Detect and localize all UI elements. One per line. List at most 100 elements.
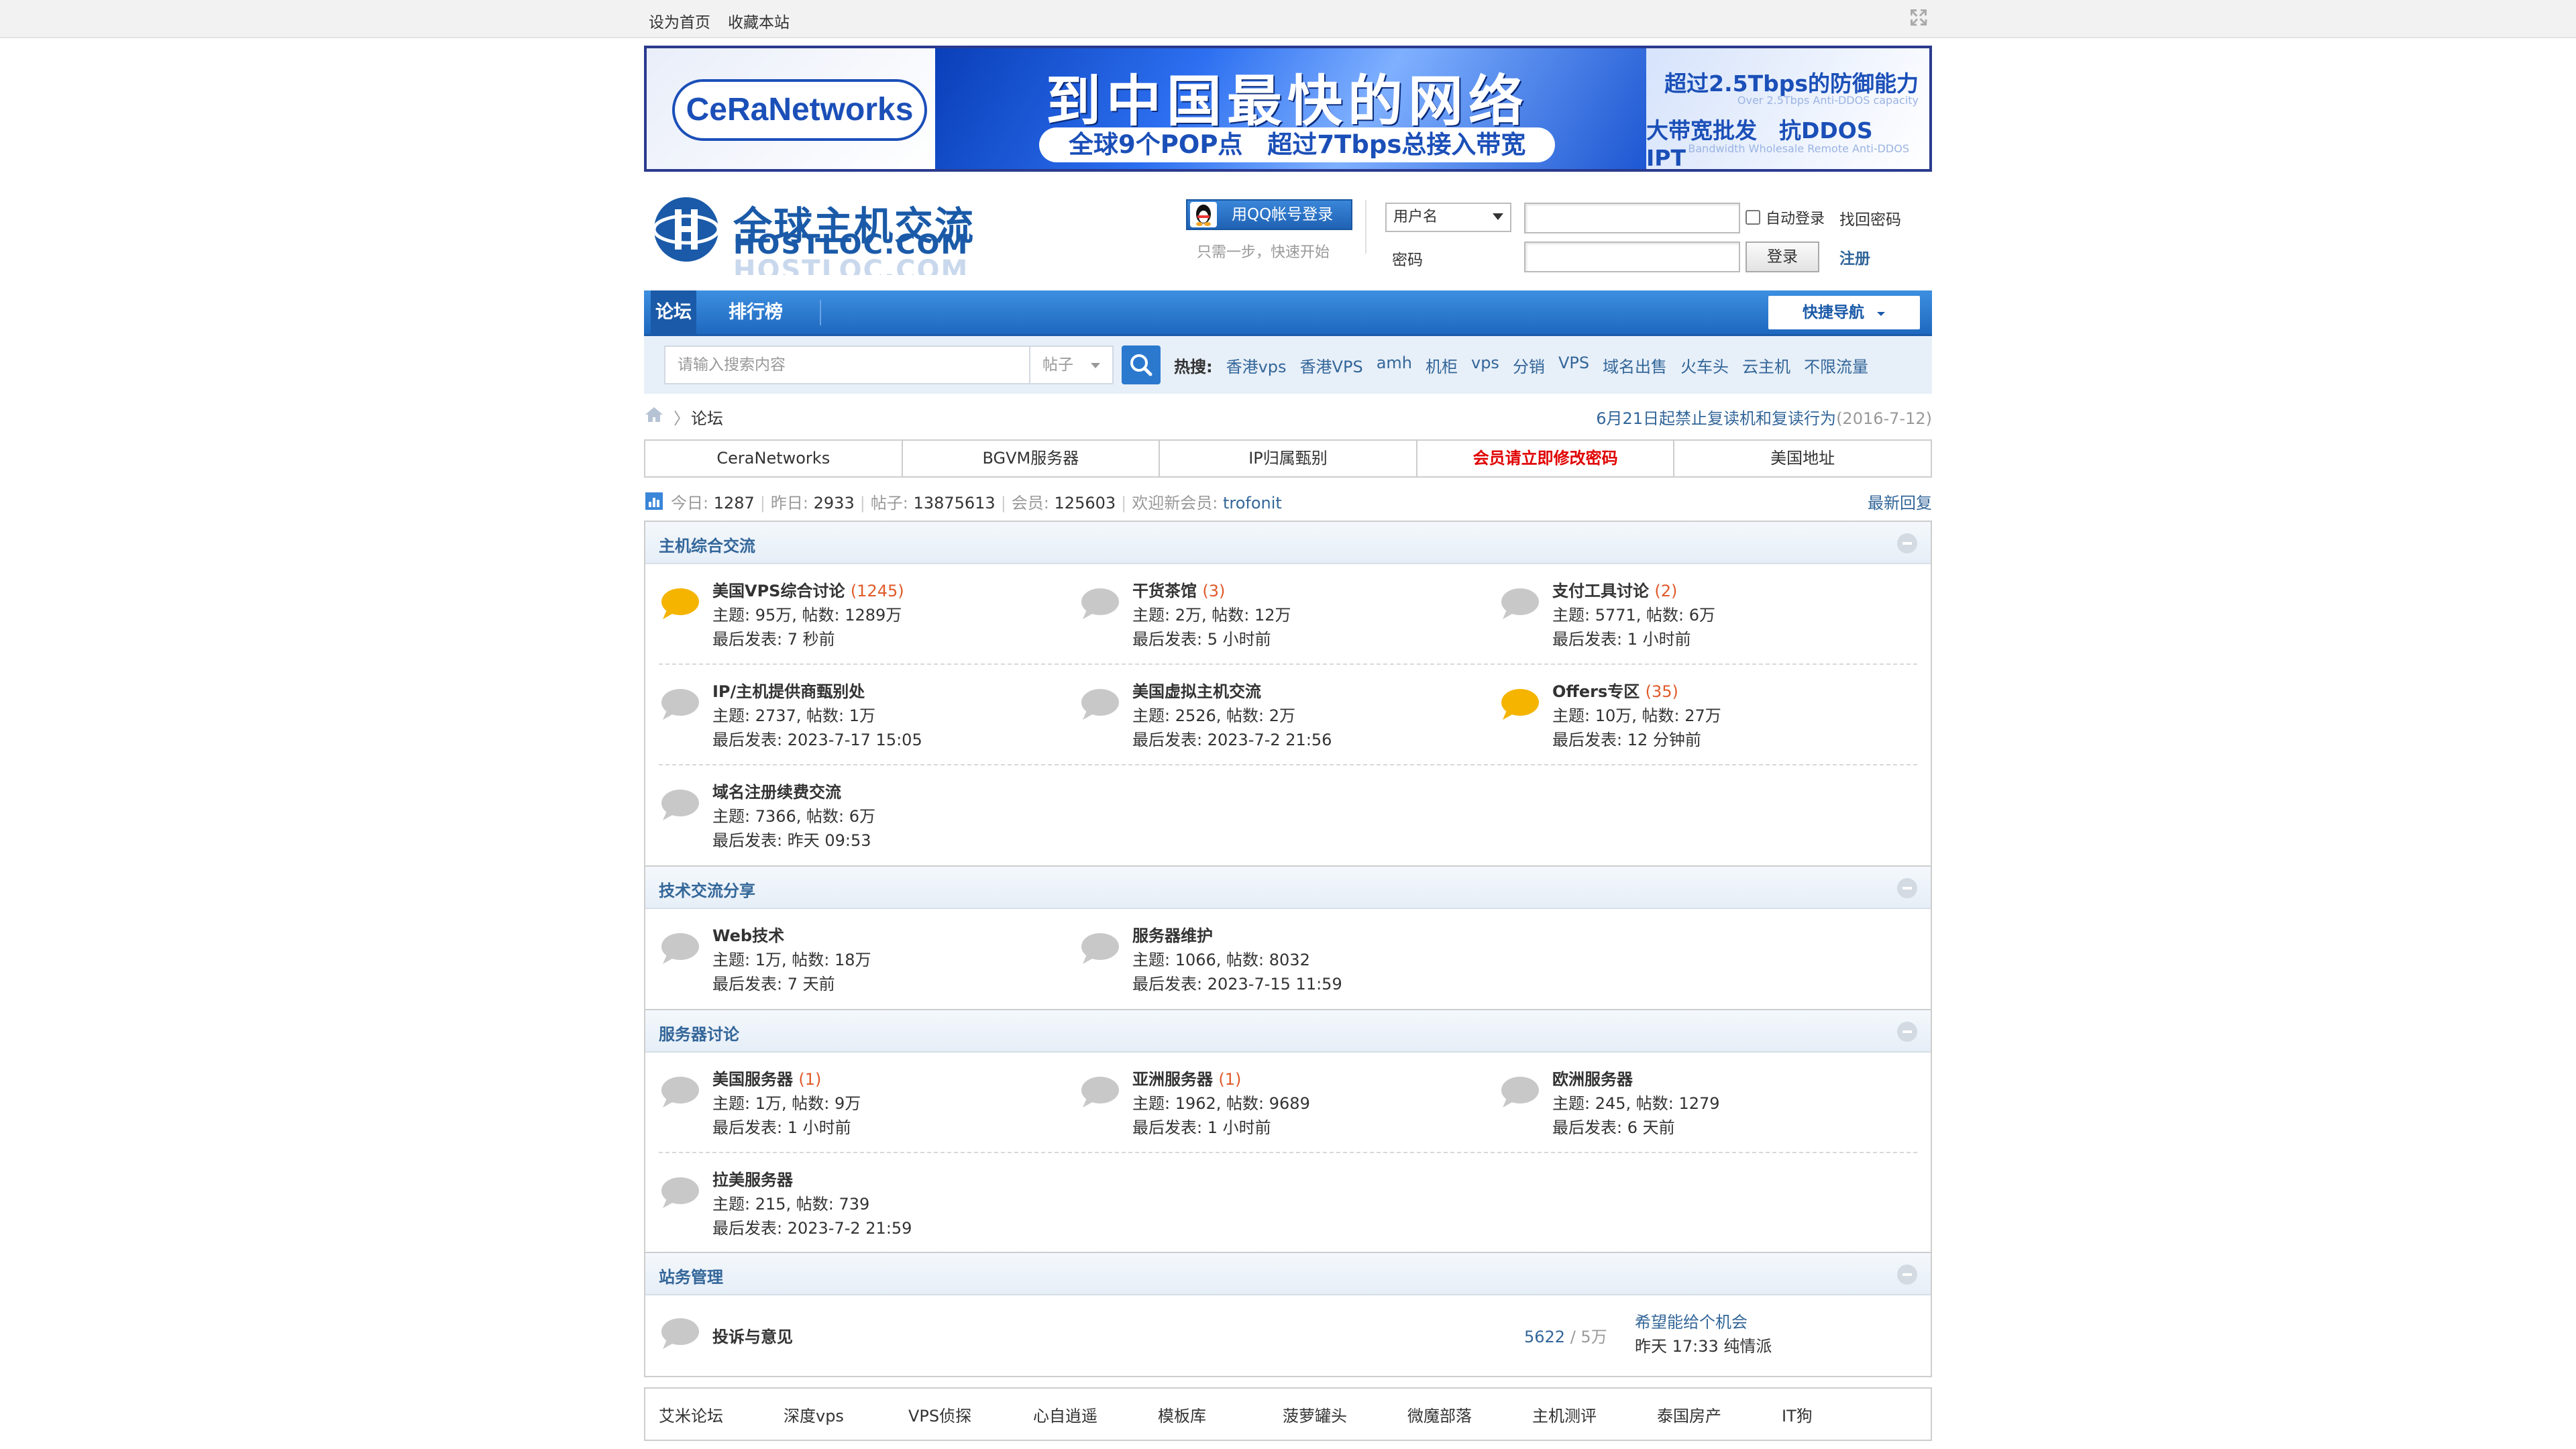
- forum-item[interactable]: 拉美服务器 主题: 215, 帖数: 739 最后发表: 2023-7-2 21…: [645, 1153, 1048, 1254]
- quick-link[interactable]: 美国地址: [1674, 441, 1931, 476]
- forum-last-post[interactable]: 最后发表: 7 秒前: [712, 626, 835, 649]
- forum-last-post[interactable]: 最后发表: 1 小时前: [1552, 626, 1691, 649]
- forum-title[interactable]: Offers专区: [1552, 682, 1640, 701]
- quick-nav-dropdown[interactable]: 快捷导航: [1768, 296, 1920, 329]
- username-input[interactable]: [1524, 203, 1740, 233]
- section-title[interactable]: 主机综合交流: [659, 533, 755, 556]
- forum-item[interactable]: 服务器维护 主题: 1066, 帖数: 8032 最后发表: 2023-7-15…: [1065, 909, 1468, 1010]
- forum-last-post[interactable]: 最后发表: 2023-7-2 21:56: [1132, 727, 1332, 750]
- forum-last-post-title[interactable]: 希望能给个机会: [1635, 1309, 1748, 1332]
- home-icon[interactable]: [644, 405, 664, 424]
- collapse-icon[interactable]: [1897, 1265, 1917, 1285]
- advert-banner[interactable]: CeRaNetworks 到中国最快的网络 全球9个POP点 超过7Tbps总接…: [644, 46, 1932, 172]
- set-homepage-link[interactable]: 设为首页: [649, 9, 710, 32]
- hot-search-term[interactable]: 机柜: [1426, 354, 1458, 377]
- nav-tab-ranking[interactable]: 排行榜: [729, 290, 783, 334]
- forum-last-post[interactable]: 最后发表: 6 天前: [1552, 1114, 1675, 1138]
- forum-title[interactable]: IP/主机提供商甄别处: [712, 682, 865, 701]
- search-button[interactable]: [1122, 345, 1161, 384]
- forum-title[interactable]: 域名注册续费交流: [712, 783, 841, 802]
- hot-search-term[interactable]: vps: [1471, 354, 1499, 377]
- hot-search-term[interactable]: amh: [1377, 354, 1412, 377]
- latest-replies-link[interactable]: 最新回复: [1868, 490, 1932, 513]
- quick-link[interactable]: BGVM服务器: [903, 441, 1161, 476]
- hot-search-term[interactable]: 香港vps: [1226, 354, 1287, 377]
- hot-search-term[interactable]: 域名出售: [1603, 354, 1667, 377]
- forum-item[interactable]: 美国服务器 (1) 主题: 1万, 帖数: 9万 最后发表: 1 小时前: [645, 1053, 1048, 1153]
- forum-title[interactable]: 支付工具讨论: [1552, 582, 1649, 600]
- forum-item[interactable]: 域名注册续费交流 主题: 7366, 帖数: 6万 最后发表: 昨天 09:53: [645, 765, 1048, 866]
- friend-link[interactable]: 模板库: [1158, 1403, 1283, 1426]
- forum-item[interactable]: 美国VPS综合讨论 (1245) 主题: 95万, 帖数: 1289万 最后发表…: [645, 564, 1048, 665]
- register-link[interactable]: 注册: [1839, 246, 1870, 268]
- forum-title[interactable]: 美国服务器: [712, 1070, 793, 1089]
- forum-last-post[interactable]: 最后发表: 1 小时前: [712, 1114, 851, 1138]
- username-type-select[interactable]: 用户名: [1385, 203, 1511, 232]
- forum-title[interactable]: 美国虚拟主机交流: [1132, 682, 1261, 701]
- section-title[interactable]: 技术交流分享: [659, 877, 755, 901]
- forum-last-post-meta[interactable]: 昨天 17:33 纯情派: [1635, 1333, 1772, 1356]
- forum-last-post[interactable]: 最后发表: 2023-7-17 15:05: [712, 727, 922, 750]
- section-title[interactable]: 服务器讨论: [659, 1021, 739, 1044]
- forum-item[interactable]: IP/主机提供商甄别处 主题: 2737, 帖数: 1万 最后发表: 2023-…: [645, 665, 1048, 765]
- forgot-password-link[interactable]: 找回密码: [1839, 207, 1901, 229]
- forum-item[interactable]: 欧洲服务器 主题: 245, 帖数: 1279 最后发表: 6 天前: [1485, 1053, 1888, 1153]
- forum-title[interactable]: 拉美服务器: [712, 1171, 793, 1189]
- hot-search-term[interactable]: 云主机: [1742, 354, 1790, 377]
- site-logo[interactable]: 全球主机交流 HOSTLOC.COM HOSTLOC.COM: [649, 188, 985, 275]
- friend-link[interactable]: 微魔部落: [1407, 1403, 1532, 1426]
- forum-list-row[interactable]: 投诉与意见 5622 / 5万 希望能给个机会 昨天 17:33 纯情派: [645, 1295, 1931, 1376]
- friend-link[interactable]: IT狗: [1782, 1403, 1907, 1426]
- friend-link[interactable]: 主机测评: [1532, 1403, 1657, 1426]
- forum-item[interactable]: 亚洲服务器 (1) 主题: 1962, 帖数: 9689 最后发表: 1 小时前: [1065, 1053, 1468, 1153]
- friend-link[interactable]: 心自逍遥: [1033, 1403, 1158, 1426]
- friend-link[interactable]: 深度vps: [784, 1403, 908, 1426]
- forum-title[interactable]: 美国VPS综合讨论: [712, 582, 845, 600]
- forum-item[interactable]: Offers专区 (35) 主题: 10万, 帖数: 27万 最后发表: 12 …: [1485, 665, 1888, 765]
- hot-search-term[interactable]: VPS: [1558, 354, 1589, 377]
- login-button[interactable]: 登录: [1746, 241, 1819, 272]
- forum-last-post[interactable]: 最后发表: 1 小时前: [1132, 1114, 1271, 1138]
- quick-link[interactable]: CeraNetworks: [645, 441, 903, 476]
- forum-last-post[interactable]: 最后发表: 昨天 09:53: [712, 827, 871, 851]
- hot-search-term[interactable]: 香港VPS: [1300, 354, 1363, 377]
- forum-last-post[interactable]: 最后发表: 2023-7-15 11:59: [1132, 971, 1342, 994]
- bookmark-link[interactable]: 收藏本站: [728, 9, 790, 32]
- forum-item[interactable]: Web技术 主题: 1万, 帖数: 18万 最后发表: 7 天前: [645, 909, 1048, 1010]
- friend-link[interactable]: 菠萝罐头: [1283, 1403, 1407, 1426]
- forum-title[interactable]: 干货茶馆: [1132, 582, 1197, 600]
- auto-login-checkbox[interactable]: [1746, 210, 1760, 225]
- forum-title[interactable]: 服务器维护: [1132, 926, 1213, 945]
- nav-tab-forum[interactable]: 论坛: [651, 290, 696, 334]
- quick-link[interactable]: IP归属甄别: [1160, 441, 1417, 476]
- hot-search-term[interactable]: 分销: [1513, 354, 1545, 377]
- forum-item[interactable]: 干货茶馆 (3) 主题: 2万, 帖数: 12万 最后发表: 5 小时前: [1065, 564, 1468, 665]
- hot-search-term[interactable]: 不限流量: [1804, 354, 1868, 377]
- forum-last-post[interactable]: 最后发表: 2023-7-2 21:59: [712, 1215, 912, 1238]
- forum-last-post[interactable]: 最后发表: 5 小时前: [1132, 626, 1271, 649]
- site-announcement[interactable]: 6月21日起禁止复读机和复读行为(2016-7-12): [1596, 405, 1932, 429]
- friend-link[interactable]: 泰国房产: [1657, 1403, 1782, 1426]
- friend-link[interactable]: 艾米论坛: [659, 1403, 784, 1426]
- fullscreen-icon[interactable]: [1908, 7, 1929, 28]
- new-member-link[interactable]: trofonit: [1223, 494, 1282, 513]
- forum-title[interactable]: 欧洲服务器: [1552, 1070, 1633, 1089]
- password-input[interactable]: [1524, 241, 1740, 272]
- forum-item[interactable]: 支付工具讨论 (2) 主题: 5771, 帖数: 6万 最后发表: 1 小时前: [1485, 564, 1888, 665]
- friend-link[interactable]: VPS侦探: [908, 1403, 1033, 1426]
- hot-search-term[interactable]: 火车头: [1680, 354, 1729, 377]
- qq-login-button[interactable]: 用QQ帐号登录: [1186, 199, 1352, 230]
- forum-last-post[interactable]: 最后发表: 12 分钟前: [1552, 727, 1701, 750]
- forum-title[interactable]: 亚洲服务器: [1132, 1070, 1213, 1089]
- auto-login-option[interactable]: 自动登录: [1746, 207, 1825, 228]
- section-title[interactable]: 站务管理: [659, 1264, 723, 1287]
- search-type-select[interactable]: 帖子: [1030, 345, 1114, 384]
- forum-title[interactable]: 投诉与意见: [712, 1324, 793, 1347]
- search-input[interactable]: 请输入搜索内容: [664, 345, 1030, 384]
- collapse-icon[interactable]: [1897, 878, 1917, 898]
- forum-title[interactable]: Web技术: [712, 926, 784, 945]
- forum-item[interactable]: 美国虚拟主机交流 主题: 2526, 帖数: 2万 最后发表: 2023-7-2…: [1065, 665, 1468, 765]
- forum-last-post[interactable]: 最后发表: 7 天前: [712, 971, 835, 994]
- quick-link-alert[interactable]: 会员请立即修改密码: [1417, 441, 1675, 476]
- collapse-icon[interactable]: [1897, 1022, 1917, 1042]
